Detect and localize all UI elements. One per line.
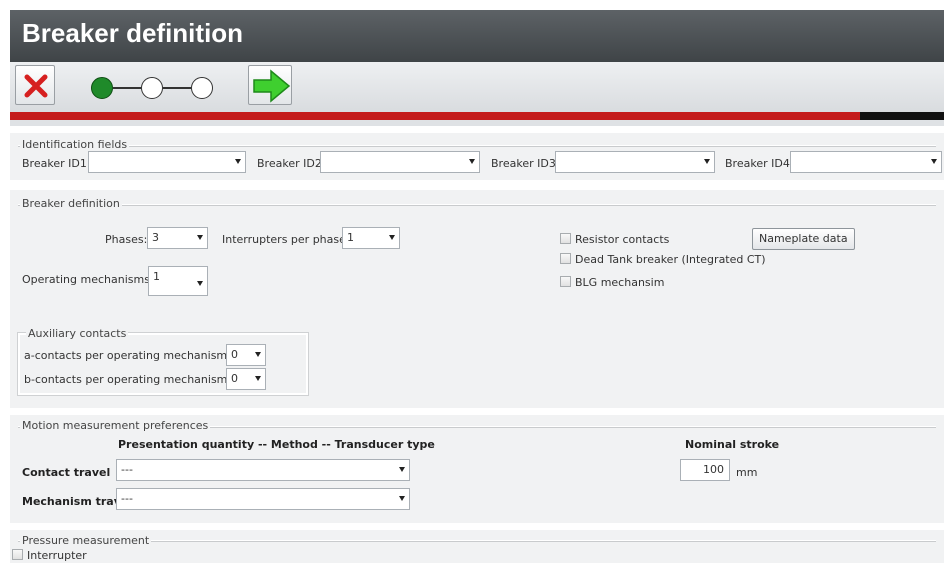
phases-label: Phases: — [105, 233, 148, 246]
wizard-progress-bar — [10, 112, 944, 120]
chevron-down-icon — [255, 376, 261, 381]
a-contacts-label: a-contacts per operating mechanism: — [24, 349, 231, 362]
auxiliary-contacts-group: Auxiliary contacts a-contacts per operat… — [17, 327, 309, 396]
nominal-stroke-value: 100 — [703, 463, 724, 476]
phases-combo[interactable]: 3 — [147, 227, 208, 249]
breaker-id4-label: Breaker ID4 — [725, 157, 790, 170]
stroke-unit-label: mm — [736, 466, 758, 479]
window-header: Breaker definition — [10, 10, 944, 62]
identification-fields-group: Identification fields Breaker ID1 Breake… — [10, 133, 944, 180]
breaker-definition-group: Breaker definition Phases: 3 Interrupter… — [10, 190, 944, 408]
mechanism-travel-value: --- — [121, 492, 133, 505]
chevron-down-icon — [469, 159, 475, 164]
wizard-toolbar — [10, 62, 944, 112]
motion-measurement-group: Motion measurement preferences Presentat… — [10, 415, 944, 523]
breaker-id3-combo[interactable] — [555, 151, 715, 173]
interrupter-checkbox[interactable] — [12, 549, 23, 560]
a-contacts-combo[interactable]: 0 — [226, 344, 266, 366]
chevron-down-icon — [235, 159, 241, 164]
breaker-id1-label: Breaker ID1 — [22, 157, 87, 170]
breaker-id2-label: Breaker ID2 — [257, 157, 322, 170]
breaker-id4-combo[interactable] — [790, 151, 942, 173]
wizard-step-connector — [113, 87, 141, 89]
contact-travel-combo[interactable]: --- — [116, 459, 410, 481]
a-contacts-value: 0 — [231, 348, 238, 361]
mechanisms-combo[interactable]: 1 — [148, 266, 208, 296]
contact-travel-value: --- — [121, 463, 133, 476]
mechanisms-label: Operating mechanisms: — [22, 273, 154, 286]
pressure-legend: Pressure measurement — [20, 534, 152, 547]
dead-tank-label: Dead Tank breaker (Integrated CT) — [575, 253, 766, 266]
wizard-step-2 — [141, 77, 163, 99]
nominal-stroke-header: Nominal stroke — [685, 438, 780, 451]
contact-travel-label: Contact travel — [22, 466, 111, 479]
chevron-down-icon — [399, 467, 405, 472]
breaker-id2-combo[interactable] — [320, 151, 480, 173]
page-title: Breaker definition — [22, 18, 244, 48]
breaker-definition-legend: Breaker definition — [20, 197, 122, 210]
interrupter-label: Interrupter — [27, 549, 87, 562]
chevron-down-icon — [389, 235, 395, 240]
breaker-id3-label: Breaker ID3 — [491, 157, 556, 170]
b-contacts-value: 0 — [231, 372, 238, 385]
mechanism-travel-combo[interactable]: --- — [116, 488, 410, 510]
red-x-icon — [24, 74, 48, 98]
interrupters-combo[interactable]: 1 — [342, 227, 400, 249]
dead-tank-checkbox[interactable] — [560, 253, 571, 264]
breaker-id1-combo[interactable] — [88, 151, 246, 173]
wizard-step-3 — [191, 77, 213, 99]
blg-mechanism-label: BLG mechansim — [575, 276, 665, 289]
presentation-column-header: Presentation quantity -- Method -- Trans… — [118, 438, 435, 451]
resistor-contacts-label: Resistor contacts — [575, 233, 670, 246]
chevron-down-icon — [255, 352, 261, 357]
chevron-down-icon — [197, 281, 203, 286]
green-arrow-right-icon — [253, 69, 291, 103]
auxiliary-contacts-legend: Auxiliary contacts — [26, 327, 129, 340]
nominal-stroke-input[interactable]: 100 — [680, 459, 730, 481]
toolbar-divider — [10, 120, 944, 126]
interrupters-value: 1 — [347, 231, 354, 244]
wizard-step-connector — [163, 87, 191, 89]
cancel-button[interactable] — [15, 65, 55, 105]
wizard-step-1 — [91, 77, 113, 99]
next-button[interactable] — [248, 65, 292, 105]
nameplate-data-button[interactable]: Nameplate data — [752, 228, 855, 250]
b-contacts-combo[interactable]: 0 — [226, 368, 266, 390]
chevron-down-icon — [399, 496, 405, 501]
resistor-contacts-checkbox[interactable] — [560, 233, 571, 244]
progress-fill — [10, 112, 860, 120]
blg-mechanism-checkbox[interactable] — [560, 276, 571, 287]
motion-legend: Motion measurement preferences — [20, 419, 211, 432]
b-contacts-label: b-contacts per operating mechanism: — [24, 373, 232, 386]
interrupters-label: Interrupters per phase — [222, 233, 346, 246]
identification-legend: Identification fields — [20, 138, 130, 151]
pressure-measurement-group: Pressure measurement Interrupter — [10, 530, 944, 563]
phases-value: 3 — [152, 231, 159, 244]
mechanisms-value: 1 — [153, 270, 160, 283]
chevron-down-icon — [931, 159, 937, 164]
mechanism-travel-label: Mechanism trav — [22, 495, 121, 508]
chevron-down-icon — [197, 235, 203, 240]
chevron-down-icon — [704, 159, 710, 164]
